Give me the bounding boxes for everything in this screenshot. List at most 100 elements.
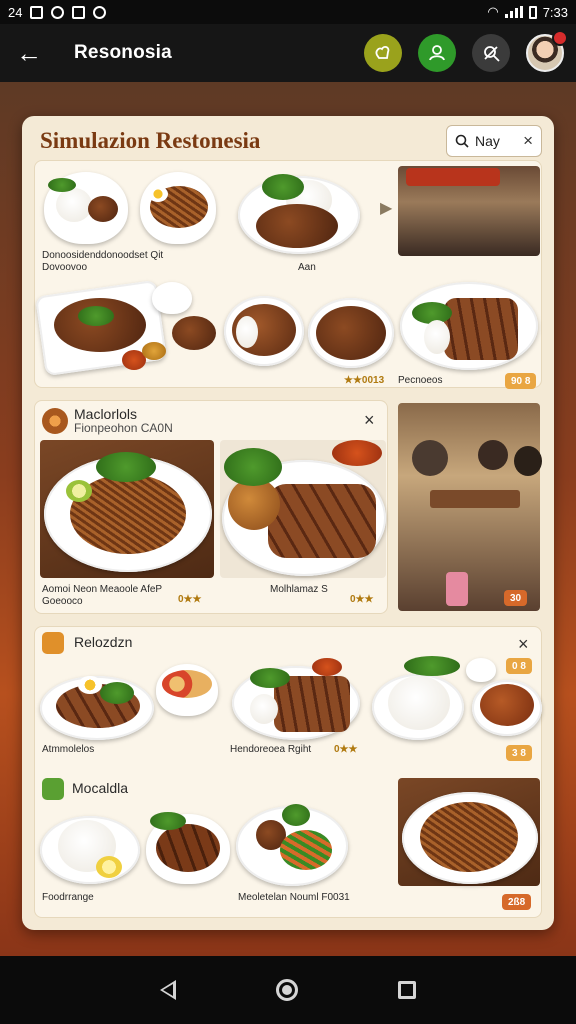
profile-button[interactable] [418,34,456,72]
status-clock: 7:33 [542,4,568,20]
veg-image [262,174,304,200]
meat-image [480,684,534,726]
image-icon [72,5,86,19]
back-button[interactable]: ← [12,36,46,70]
message-icon [51,5,65,19]
veg-image [96,452,156,482]
rating: 0★★ [334,744,358,755]
lime-image [66,480,92,502]
dish-label: Dovoovoo [42,262,88,273]
user-icon [429,45,445,61]
search-icon [455,134,469,148]
chef-icon [375,45,390,59]
meat-image [444,298,518,360]
table-image [430,490,520,508]
sauce-image [332,440,382,466]
dish-label: Aan [298,262,316,273]
meat-image [274,676,350,732]
chevron-right-icon[interactable]: ▶ [380,198,392,218]
dish-label: Aomoi Neon Meaoole AfeP [42,584,163,595]
dish-image[interactable] [152,282,192,314]
nav-home-button[interactable] [276,979,298,1001]
dish-label: Molhlamaz S [270,584,328,595]
veg-image [282,804,310,826]
status-time: 24 [8,4,23,20]
rice-image [236,316,258,348]
sauce-image [142,342,166,360]
noodle-image [420,802,518,872]
search-value: Nay [475,133,500,149]
section-title: Relozdzn [74,634,133,650]
egg-image [78,676,102,694]
price-badge: 90 8 [505,373,537,389]
person-image [412,440,448,476]
person-image [514,446,542,476]
chef-button[interactable] [364,34,402,72]
meat-image [88,196,118,222]
search-input[interactable]: Nay × [446,125,542,157]
veg-image [100,682,134,704]
dish-image[interactable] [466,658,496,682]
dish-label: Pecnoeos [398,375,443,386]
meat-image [156,824,220,872]
veg-image [404,656,460,676]
rice-image [56,188,92,222]
nav-recents-button[interactable] [398,981,416,999]
restaurant-logo-icon [42,408,68,434]
rice-image [388,676,450,730]
meat-image [256,204,338,248]
dish-label: Hendoreoea Rgiht [230,744,312,755]
close-button[interactable]: × [518,634,529,655]
rice-image [250,694,278,724]
price-badge: 3 8 [506,745,532,761]
tools-button[interactable] [472,34,510,72]
rice-image [424,320,450,354]
price-badge: 2ß8 [502,894,532,910]
close-button[interactable]: × [364,410,375,431]
veg-image [250,668,290,688]
notification-badge [552,30,568,46]
tools-icon [484,46,500,62]
veg-image [48,178,76,192]
price-badge: 0 8 [506,658,532,674]
app-icon [93,5,107,19]
person-image [478,440,508,470]
veg-image [150,812,186,830]
nav-back-button[interactable] [160,980,176,1000]
rating: ★★0013 [344,375,385,386]
notification-icon [30,5,44,19]
dish-label: Meoletelan Nouml F0031 [238,892,350,903]
meat-image [316,306,386,360]
lime-image [96,856,122,878]
system-nav-bar [0,956,576,1024]
rating: 0★★ [350,594,374,605]
veg-image [280,830,332,870]
veg-image [78,306,114,326]
status-bar: 24 ◠ 7:33 [0,0,576,24]
page-title: Simulazion Restonesia [40,128,261,153]
avatar[interactable] [526,30,568,72]
clear-search-button[interactable]: × [523,131,533,151]
section-subtitle: Fionpeohon CA0N [74,421,173,435]
rating: 0★★ [178,594,202,605]
sign-image [406,168,500,186]
dish-label: Donoosidenddonoodset Qit [42,250,164,261]
app-bar: ← Resonosia [0,24,576,82]
meat-image [172,316,216,350]
battery-icon [528,5,537,19]
section-subtitle: Mocaldla [72,780,129,796]
menu-icon [42,778,64,800]
section-title: Maclorlols [74,406,138,422]
egg-image [148,186,168,202]
potato-image [162,670,212,698]
dish-label: Goeooco [42,596,83,607]
signal-icon [504,6,523,18]
meat-image [268,484,376,558]
menu-icon [42,632,64,654]
price-badge: 30 [504,590,528,606]
dish-label: Atmmolelos [42,744,95,755]
dish-label: Foodrrange [42,892,94,903]
veg-image [224,448,282,486]
wifi-icon: ◠ [487,4,499,19]
app-title: Resonosia [74,42,172,63]
